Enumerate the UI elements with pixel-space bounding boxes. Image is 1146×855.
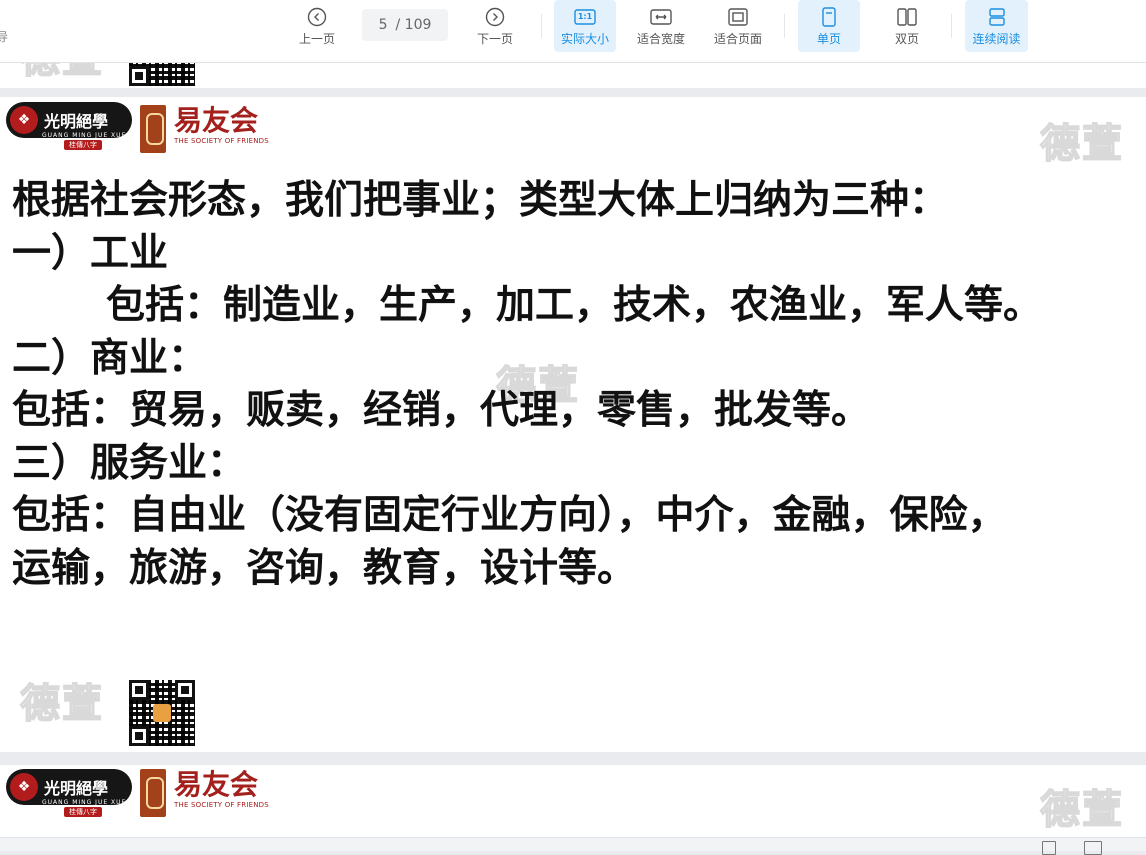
society-of-friends-logo: 易友会 THE SOCIETY OF FRIENDS — [140, 105, 269, 153]
two-page-view-icon[interactable] — [1084, 841, 1102, 855]
guangming-logo-tag: 桂傳八字 — [64, 140, 102, 150]
toolbar-divider — [951, 14, 952, 38]
chevron-right-circle-icon — [485, 6, 505, 28]
continuous-reading-icon — [987, 6, 1007, 28]
current-page-number[interactable]: 5 — [379, 17, 388, 33]
fit-width-icon — [650, 6, 672, 28]
society-of-friends-logo: 易友会 THE SOCIETY OF FRIENDS — [140, 769, 269, 817]
toolbar-divider — [784, 14, 785, 38]
toolbar-left-fragment: 导 — [0, 30, 9, 44]
guangming-logo-subtitle: GUANG MING JUE XUE — [42, 799, 127, 806]
society-emblem-icon — [140, 769, 166, 817]
fit-width-label: 适合宽度 — [636, 31, 685, 46]
single-page-icon — [820, 6, 838, 28]
page-view-icon[interactable] — [1042, 841, 1056, 855]
single-page-label: 单页 — [816, 31, 841, 46]
society-logo-subtitle: THE SOCIETY OF FRIENDS — [174, 137, 269, 145]
watermark: 德萱 — [1039, 119, 1124, 167]
viewer-toolbar: 导 上一页 5 / 109 下一页 1:1 实际大小 适合宽度 适合页面 单页 … — [0, 0, 1146, 63]
text-line: 包括：制造业，生产，加工，技术，农渔业，军人等。 — [106, 283, 1043, 328]
page-number-field[interactable]: 5 / 109 — [362, 9, 448, 41]
figure-icon: ❖ — [10, 773, 38, 801]
society-logo-title: 易友会 — [174, 768, 259, 801]
status-bar — [0, 837, 1146, 855]
text-line: 运输，旅游，咨询，教育，设计等。 — [12, 545, 637, 591]
text-line: 包括：自由业（没有固定行业方向），中介，金融，保险， — [12, 493, 1007, 538]
text-line: 根据社会形态，我们把事业；类型大体上归纳为三种： — [12, 178, 949, 223]
double-page-label: 双页 — [894, 31, 919, 46]
actual-size-label: 实际大小 — [560, 31, 609, 46]
guangming-logo-tag: 桂傳八字 — [64, 807, 102, 817]
guangming-logo-subtitle: GUANG MING JUE XUE — [42, 132, 127, 139]
society-logo-title: 易友会 — [174, 104, 259, 137]
prev-page-button[interactable]: 上一页 — [288, 0, 346, 52]
chevron-left-circle-icon — [307, 6, 327, 28]
single-page-button[interactable]: 单页 — [798, 0, 860, 52]
watermark: 德萱 — [19, 62, 104, 84]
actual-size-icon: 1:1 — [574, 6, 596, 28]
figure-icon: ❖ — [10, 106, 38, 134]
text-line: 一）工业 — [12, 230, 169, 276]
actual-size-icon-text: 1:1 — [577, 12, 593, 21]
fit-page-button[interactable]: 适合页面 — [706, 0, 770, 52]
prev-page-label: 上一页 — [298, 31, 335, 46]
guangming-logo: ❖ 光明絕學 GUANG MING JUE XUE 桂傳八字 — [6, 769, 132, 817]
text-line: 包括：贸易，贩卖，经销，代理，零售，批发等。 — [12, 388, 871, 433]
guangming-logo: ❖ 光明絕學 GUANG MING JUE XUE 桂傳八字 — [6, 102, 132, 150]
watermark: 德萱 — [19, 679, 104, 727]
society-emblem-icon — [140, 105, 166, 153]
previous-page-fragment: 德萱 — [0, 62, 1146, 88]
continuous-reading-label: 连续阅读 — [972, 31, 1021, 46]
double-page-icon — [896, 6, 918, 28]
guangming-logo-text: 光明絕學 — [44, 112, 109, 131]
document-page: ❖ 光明絕學 GUANG MING JUE XUE 桂傳八字 易友会 THE S… — [0, 97, 1146, 752]
next-page-fragment: ❖ 光明絕學 GUANG MING JUE XUE 桂傳八字 易友会 THE S… — [0, 765, 1146, 837]
society-logo-subtitle: THE SOCIETY OF FRIENDS — [174, 801, 269, 809]
text-line: 三）服务业： — [12, 440, 247, 486]
actual-size-button[interactable]: 1:1 实际大小 — [554, 0, 616, 52]
fit-page-icon — [727, 6, 749, 28]
toolbar-divider — [541, 14, 542, 38]
document-text: 根据社会形态，我们把事业；类型大体上归纳为三种： 一）工业 包括：制造业，生产，… — [12, 175, 1142, 595]
total-pages: / 109 — [395, 17, 432, 33]
next-page-label: 下一页 — [476, 31, 513, 46]
fit-width-button[interactable]: 适合宽度 — [630, 0, 692, 52]
double-page-button[interactable]: 双页 — [876, 0, 938, 52]
guangming-logo-text: 光明絕學 — [44, 779, 109, 798]
text-line: 二）商业： — [12, 335, 208, 381]
watermark: 德萱 — [1039, 785, 1124, 833]
qr-code — [129, 62, 195, 86]
qr-code — [129, 680, 195, 746]
fit-page-label: 适合页面 — [713, 31, 762, 46]
next-page-button[interactable]: 下一页 — [466, 0, 524, 52]
continuous-reading-button[interactable]: 连续阅读 — [965, 0, 1028, 52]
